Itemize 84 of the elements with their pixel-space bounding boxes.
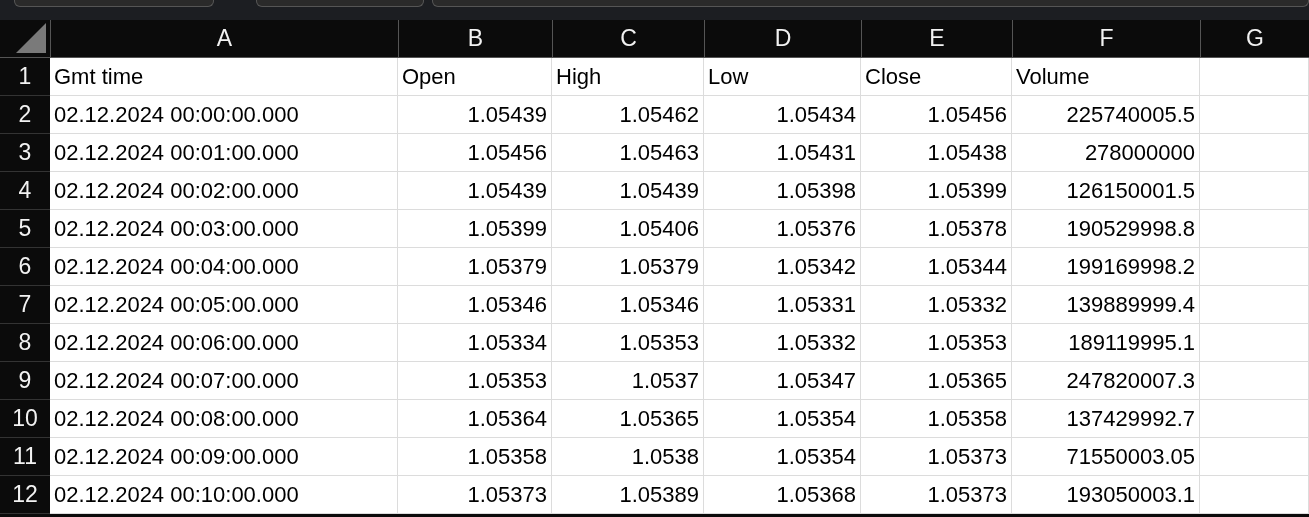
table-cell: 1.05439 <box>398 96 552 134</box>
table-cell: 1.05354 <box>704 438 861 476</box>
table-cell: 139889999.4 <box>1012 286 1200 324</box>
table-cell: 1.05344 <box>861 248 1012 286</box>
table-cell: 1.0538 <box>552 438 704 476</box>
table-cell: 1.05438 <box>861 134 1012 172</box>
table-cell: 1.05373 <box>861 476 1012 514</box>
select-all-button[interactable] <box>0 20 50 58</box>
table-cell: 02.12.2024 00:02:00.000 <box>50 172 398 210</box>
table-cell: Low <box>704 58 861 96</box>
table-cell: 02.12.2024 00:09:00.000 <box>50 438 398 476</box>
table-cell: 1.05353 <box>552 324 704 362</box>
table-cell: 02.12.2024 00:07:00.000 <box>50 362 398 400</box>
table-cell: 1.05439 <box>552 172 704 210</box>
table-cell: 1.05373 <box>398 476 552 514</box>
table-cell: 1.0537 <box>552 362 704 400</box>
table-cell: 137429992.7 <box>1012 400 1200 438</box>
table-cell: 1.05347 <box>704 362 861 400</box>
table-cell: 1.05439 <box>398 172 552 210</box>
table-cell: Close <box>861 58 1012 96</box>
column-header[interactable]: G <box>1200 20 1309 58</box>
table-cell: 02.12.2024 00:00:00.000 <box>50 96 398 134</box>
table-cell: 1.05399 <box>861 172 1012 210</box>
table-cell: Gmt time <box>50 58 398 96</box>
table-cell: 189119995.1 <box>1012 324 1200 362</box>
table-cell: 1.05376 <box>704 210 861 248</box>
table-cell: 193050003.1 <box>1012 476 1200 514</box>
table-cell: 1.05379 <box>552 248 704 286</box>
formula-field[interactable] <box>432 0 1309 7</box>
column-header[interactable]: E <box>861 20 1012 58</box>
table-cell: 278000000 <box>1012 134 1200 172</box>
table-cell: 126150001.5 <box>1012 172 1200 210</box>
table-cell: 1.05463 <box>552 134 704 172</box>
table-cell: 1.05368 <box>704 476 861 514</box>
table-cell: 1.05456 <box>398 134 552 172</box>
table-cell: 1.05378 <box>861 210 1012 248</box>
table-cell: 225740005.5 <box>1012 96 1200 134</box>
table-cell: 1.05331 <box>704 286 861 324</box>
table-cell: 1.05353 <box>861 324 1012 362</box>
table-cell: 1.05364 <box>398 400 552 438</box>
table-cell: 71550003.05 <box>1012 438 1200 476</box>
table-cell: Open <box>398 58 552 96</box>
table-cell: 02.12.2024 00:10:00.000 <box>50 476 398 514</box>
table-cell: 1.05399 <box>398 210 552 248</box>
table-cell: 1.05379 <box>398 248 552 286</box>
table-cell: 02.12.2024 00:04:00.000 <box>50 248 398 286</box>
column-header[interactable]: C <box>552 20 704 58</box>
column-header[interactable]: D <box>704 20 861 58</box>
table-cell: 1.05334 <box>398 324 552 362</box>
table-cell: Volume <box>1012 58 1200 96</box>
table-cell: 1.05434 <box>704 96 861 134</box>
column-header[interactable]: B <box>398 20 552 58</box>
table-cell: 1.05354 <box>704 400 861 438</box>
table-cell: 02.12.2024 00:05:00.000 <box>50 286 398 324</box>
table-cell: 1.05358 <box>861 400 1012 438</box>
table-cell: 247820007.3 <box>1012 362 1200 400</box>
table-cell: 02.12.2024 00:08:00.000 <box>50 400 398 438</box>
column-header[interactable]: A <box>50 20 398 58</box>
table-cell: 1.05462 <box>552 96 704 134</box>
table-cell: 1.05346 <box>398 286 552 324</box>
table-cell: 1.05358 <box>398 438 552 476</box>
select-all-icon <box>16 23 46 53</box>
table-cell: 1.05373 <box>861 438 1012 476</box>
table-cell: 199169998.2 <box>1012 248 1200 286</box>
table-cell: 1.05332 <box>704 324 861 362</box>
table-cell: 1.05365 <box>861 362 1012 400</box>
table-cell: 1.05456 <box>861 96 1012 134</box>
table-cell: 1.05389 <box>552 476 704 514</box>
table-cell: 1.05431 <box>704 134 861 172</box>
table-cell: 02.12.2024 00:03:00.000 <box>50 210 398 248</box>
table-cell: 02.12.2024 00:06:00.000 <box>50 324 398 362</box>
table-cell: High <box>552 58 704 96</box>
table-cell: 1.05398 <box>704 172 861 210</box>
toolbar-control[interactable] <box>256 0 424 7</box>
name-box[interactable] <box>14 0 214 7</box>
column-header[interactable]: F <box>1012 20 1200 58</box>
table-cell: 1.05342 <box>704 248 861 286</box>
table-cell: 02.12.2024 00:01:00.000 <box>50 134 398 172</box>
table-cell: 1.05365 <box>552 400 704 438</box>
table-cell: 1.05332 <box>861 286 1012 324</box>
table-cell: 1.05346 <box>552 286 704 324</box>
table-cell: 1.05406 <box>552 210 704 248</box>
table-cell: 190529998.8 <box>1012 210 1200 248</box>
table-cell: 1.05353 <box>398 362 552 400</box>
